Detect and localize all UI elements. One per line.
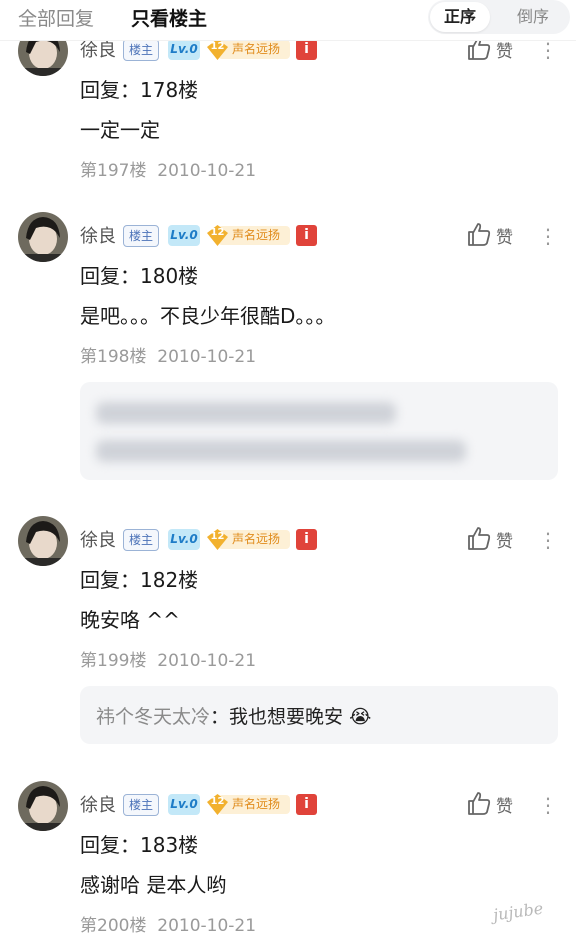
level-badge: Lv.0 bbox=[168, 225, 200, 246]
honor-badge: 12 声名远扬 bbox=[206, 528, 290, 551]
tab-only-op[interactable]: 只看楼主 bbox=[131, 4, 207, 31]
sub-reply: 祎个冬天太冷：我也想要晚安 😭 bbox=[96, 706, 372, 728]
sort-descending-button[interactable]: 倒序 bbox=[498, 2, 568, 32]
info-badge[interactable]: i bbox=[296, 529, 317, 550]
sub-reply-box[interactable]: 祎个冬天太冷：我也想要晚安 😭 bbox=[80, 686, 558, 744]
reply-filter-bar: 全部回复 只看楼主 正序 倒序 bbox=[0, 0, 576, 41]
more-options-icon[interactable]: ⋮ bbox=[538, 791, 558, 819]
post-date: 2010-10-21 bbox=[157, 651, 257, 671]
post-meta: 第200楼 2010-10-21 bbox=[80, 911, 256, 936]
post-meta: 第197楼 2010-10-21 bbox=[80, 156, 256, 181]
reply-reference: 回复：182楼 bbox=[80, 568, 199, 592]
info-badge[interactable]: i bbox=[296, 794, 317, 815]
post-meta: 第198楼 2010-10-21 bbox=[80, 342, 256, 367]
avatar[interactable] bbox=[18, 516, 68, 566]
honor-badge: 12 声名远扬 bbox=[206, 793, 290, 816]
tab-all-replies[interactable]: 全部回复 bbox=[18, 4, 94, 31]
honor-badge: 12 声名远扬 bbox=[206, 38, 290, 61]
sort-ascending-button[interactable]: 正序 bbox=[430, 2, 490, 32]
post-content: 一定一定 bbox=[80, 118, 160, 142]
post-content: 晚安咯 ^^ bbox=[80, 608, 180, 632]
watermark: jujube bbox=[491, 898, 545, 925]
sub-reply-text: 我也想要晚安 bbox=[229, 706, 344, 728]
thumbs-up-icon bbox=[468, 527, 491, 550]
post-content: 感谢哈 是本人哟 bbox=[80, 873, 227, 897]
host-badge: 楼主 bbox=[123, 225, 160, 247]
host-badge: 楼主 bbox=[123, 39, 160, 61]
crying-emoji-icon: 😭 bbox=[349, 706, 372, 728]
floor-number: 第200楼 bbox=[80, 916, 147, 936]
reply-reference: 回复：178楼 bbox=[80, 78, 199, 102]
info-badge[interactable]: i bbox=[296, 225, 317, 246]
sub-reply-box-blurred[interactable] bbox=[80, 382, 558, 480]
sort-order-toggle: 正序 倒序 bbox=[428, 0, 570, 34]
reply-reference: 回复：183楼 bbox=[80, 833, 199, 857]
post-meta: 第199楼 2010-10-21 bbox=[80, 646, 256, 671]
thumbs-up-icon bbox=[468, 223, 491, 246]
more-options-icon[interactable]: ⋮ bbox=[538, 222, 558, 250]
floor-number: 第199楼 bbox=[80, 651, 147, 671]
post-date: 2010-10-21 bbox=[157, 161, 257, 181]
post-content: 是吧。。。不良少年很酷D。。。 bbox=[80, 304, 336, 328]
more-options-icon[interactable]: ⋮ bbox=[538, 526, 558, 554]
post-date: 2010-10-21 bbox=[157, 347, 257, 367]
avatar[interactable] bbox=[18, 212, 68, 262]
reply-reference: 回复：180楼 bbox=[80, 264, 199, 288]
sub-reply-author[interactable]: 祎个冬天太冷 bbox=[96, 706, 210, 728]
level-badge: Lv.0 bbox=[168, 794, 200, 815]
level-badge: Lv.0 bbox=[168, 529, 200, 550]
avatar[interactable] bbox=[18, 781, 68, 831]
level-badge: Lv.0 bbox=[168, 39, 200, 60]
floor-number: 第198楼 bbox=[80, 347, 147, 367]
host-badge: 楼主 bbox=[123, 794, 160, 816]
honor-badge: 12 声名远扬 bbox=[206, 224, 290, 247]
username[interactable]: 徐良 bbox=[80, 526, 116, 552]
post-date: 2010-10-21 bbox=[157, 916, 257, 936]
username[interactable]: 徐良 bbox=[80, 222, 116, 248]
host-badge: 楼主 bbox=[123, 529, 160, 551]
floor-number: 第197楼 bbox=[80, 161, 147, 181]
thumbs-up-icon bbox=[468, 792, 491, 815]
info-badge[interactable]: i bbox=[296, 39, 317, 60]
username[interactable]: 徐良 bbox=[80, 791, 116, 817]
